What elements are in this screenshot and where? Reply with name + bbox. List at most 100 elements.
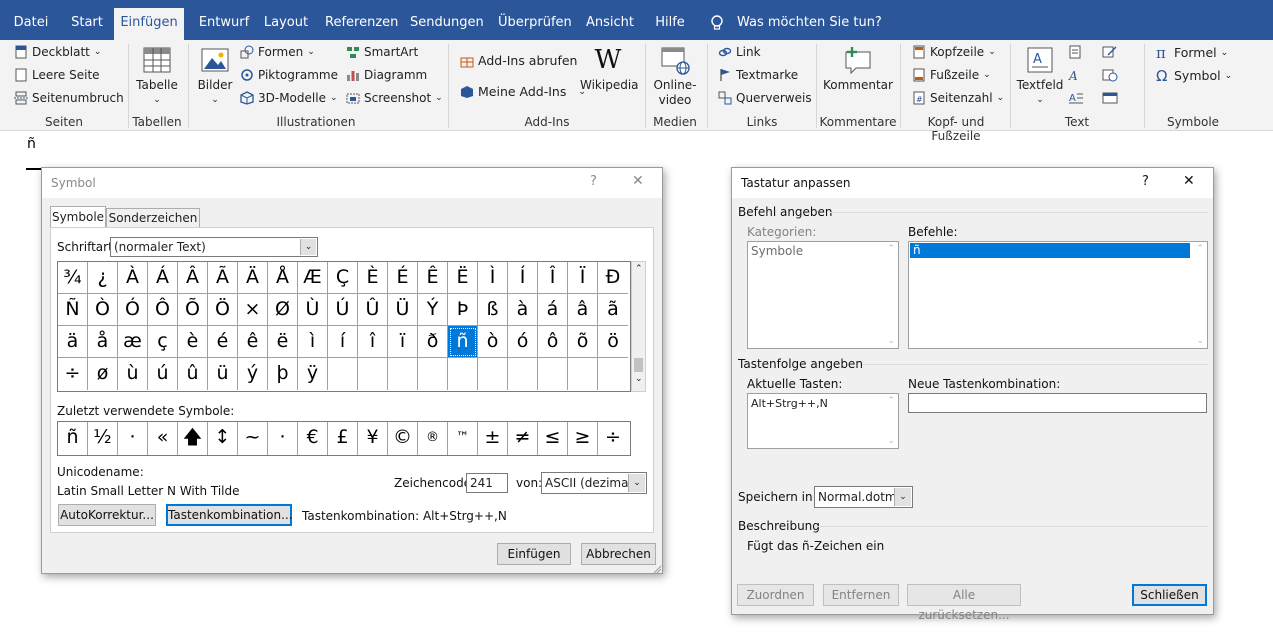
symbol-cell[interactable]: Þ	[448, 294, 478, 326]
leere-seite-button[interactable]: Leere Seite	[14, 68, 100, 82]
symbol-cell[interactable]: ¿	[88, 262, 118, 294]
scroll-down-icon[interactable]: ⌄	[887, 336, 895, 346]
screenshot-button[interactable]: Screenshot ⌄	[346, 91, 443, 105]
scroll-up-icon[interactable]: ⌃	[1196, 244, 1204, 254]
symbol-cell[interactable]: Ô	[148, 294, 178, 326]
recent-symbol-cell[interactable]: ≤	[538, 422, 568, 455]
bilder-button[interactable]: Bilder ⌄	[196, 44, 234, 108]
symbol-cell[interactable]: ò	[478, 326, 508, 358]
help-button[interactable]: ?	[1142, 174, 1149, 189]
symbol-cell[interactable]: È	[358, 262, 388, 294]
formel-button[interactable]: π Formel ⌄	[1156, 45, 1228, 60]
symbol-cell[interactable]: Ü	[388, 294, 418, 326]
recent-symbol-cell[interactable]: ≥	[568, 422, 598, 455]
link-button[interactable]: Link	[718, 45, 761, 59]
symbol-cell[interactable]: í	[328, 326, 358, 358]
remove-button[interactable]: Entfernen	[823, 584, 899, 606]
symbol-cell[interactable]: Æ	[298, 262, 328, 294]
symbol-cell[interactable]: ¾	[58, 262, 88, 294]
symbol-button[interactable]: Ω Symbol ⌄	[1156, 68, 1232, 83]
tab-referenzen[interactable]: Referenzen	[325, 8, 398, 40]
symbol-cell[interactable]: ö	[598, 326, 628, 358]
symbol-cell[interactable]: ý	[238, 358, 268, 390]
symbol-cell[interactable]: Ý	[418, 294, 448, 326]
current-keys-list[interactable]: Alt+Strg++,N ⌃ ⌄	[747, 393, 899, 449]
symbol-cell[interactable]: ú	[148, 358, 178, 390]
char-code-input[interactable]: 241	[466, 473, 508, 493]
new-shortcut-input[interactable]	[908, 393, 1207, 413]
symbol-cell[interactable]: ð	[418, 326, 448, 358]
symbol-cell[interactable]: Ö	[208, 294, 238, 326]
insert-button[interactable]: Einfügen	[497, 543, 571, 565]
symbol-cell[interactable]	[358, 358, 388, 390]
symbol-cell[interactable]: þ	[268, 358, 298, 390]
symbol-cell[interactable]: ì	[298, 326, 328, 358]
scroll-down-icon[interactable]: ⌄	[635, 374, 643, 384]
3d-modelle-button[interactable]: 3D-Modelle ⌄	[240, 91, 338, 105]
symbol-cell[interactable]: Í	[508, 262, 538, 294]
date-time-icon[interactable]	[1102, 68, 1118, 82]
diagramm-button[interactable]: Diagramm	[346, 68, 427, 82]
commands-list[interactable]: ñ ⌃ ⌄	[908, 241, 1208, 349]
autocorrect-button[interactable]: AutoKorrektur...	[58, 504, 156, 526]
recent-symbol-cell[interactable]: €	[298, 422, 328, 455]
symbol-cell[interactable]: Á	[148, 262, 178, 294]
tab-hilfe[interactable]: Hilfe	[648, 8, 692, 40]
tab-entwurf[interactable]: Entwurf	[193, 8, 255, 40]
add-ins-abrufen-button[interactable]: Add-Ins abrufen	[460, 53, 577, 68]
recent-symbol-cell[interactable]: ®	[418, 422, 448, 455]
recent-symbol-cell[interactable]: ±	[478, 422, 508, 455]
symbol-cell[interactable]: Ï	[568, 262, 598, 294]
symbol-cell[interactable]: Ç	[328, 262, 358, 294]
symbol-cell[interactable]: ø	[88, 358, 118, 390]
symbol-cell[interactable]: â	[568, 294, 598, 326]
scroll-up-icon[interactable]: ⌃	[887, 244, 895, 254]
symbol-cell[interactable]: Ä	[238, 262, 268, 294]
symbol-cell[interactable]: Ò	[88, 294, 118, 326]
wordart-icon[interactable]: A	[1068, 68, 1084, 83]
tabelle-button[interactable]: Tabelle ⌄	[136, 44, 178, 108]
quick-parts-icon[interactable]	[1068, 45, 1084, 59]
recent-symbol-cell[interactable]: ÷	[598, 422, 628, 455]
scroll-down-icon[interactable]: ⌄	[1196, 336, 1204, 346]
symbol-cell[interactable]: ë	[268, 326, 298, 358]
symbol-cell[interactable]	[478, 358, 508, 390]
scroll-thumb[interactable]	[634, 358, 643, 372]
recent-symbol-cell[interactable]: ©	[388, 422, 418, 455]
tab-einfuegen[interactable]: Einfügen	[114, 8, 184, 40]
symbol-cell[interactable]: É	[388, 262, 418, 294]
symbol-cell[interactable]: ÿ	[298, 358, 328, 390]
recent-symbol-cell[interactable]: ñ	[58, 422, 88, 455]
recent-symbol-cell[interactable]: ·	[118, 422, 148, 455]
close-icon[interactable]: ✕	[632, 173, 644, 189]
help-button[interactable]: ?	[590, 174, 597, 189]
symbol-cell[interactable]: é	[208, 326, 238, 358]
current-key-item[interactable]: Alt+Strg++,N	[751, 397, 828, 410]
symbol-cell[interactable]: á	[538, 294, 568, 326]
tab-sendungen[interactable]: Sendungen	[410, 8, 484, 40]
recent-symbol-cell[interactable]: ·	[268, 422, 298, 455]
symbol-cell[interactable]: Û	[358, 294, 388, 326]
close-button[interactable]: Schließen	[1132, 584, 1207, 606]
symbol-cell[interactable]: ù	[118, 358, 148, 390]
assign-button[interactable]: Zuordnen	[737, 584, 814, 606]
symbol-cell[interactable]: Â	[178, 262, 208, 294]
onlinevideo-button[interactable]: Online-video	[650, 44, 700, 108]
symbol-cell-selected[interactable]: ñ	[448, 326, 478, 358]
recent-symbol-cell[interactable]: ¥	[358, 422, 388, 455]
recent-symbol-cell[interactable]: £	[328, 422, 358, 455]
symbol-cell[interactable]: ï	[388, 326, 418, 358]
symbol-cell[interactable]: ×	[238, 294, 268, 326]
recent-symbol-cell[interactable]: ↕	[208, 422, 238, 455]
symbol-cell[interactable]: û	[178, 358, 208, 390]
recent-symbol-cell[interactable]: ™	[448, 422, 478, 455]
symbol-cell[interactable]: õ	[568, 326, 598, 358]
deckblatt-button[interactable]: Deckblatt ⌄	[14, 45, 101, 59]
textfeld-button[interactable]: A Textfeld ⌄	[1016, 44, 1064, 108]
piktogramme-button[interactable]: Piktogramme	[240, 68, 338, 82]
recent-symbol-cell[interactable]: «	[148, 422, 178, 455]
symbol-cell[interactable]: À	[118, 262, 148, 294]
querverweis-button[interactable]: Querverweis	[718, 91, 812, 105]
categories-list[interactable]: Symbole ⌃ ⌄	[747, 241, 899, 349]
symbol-cell[interactable]: Ì	[478, 262, 508, 294]
